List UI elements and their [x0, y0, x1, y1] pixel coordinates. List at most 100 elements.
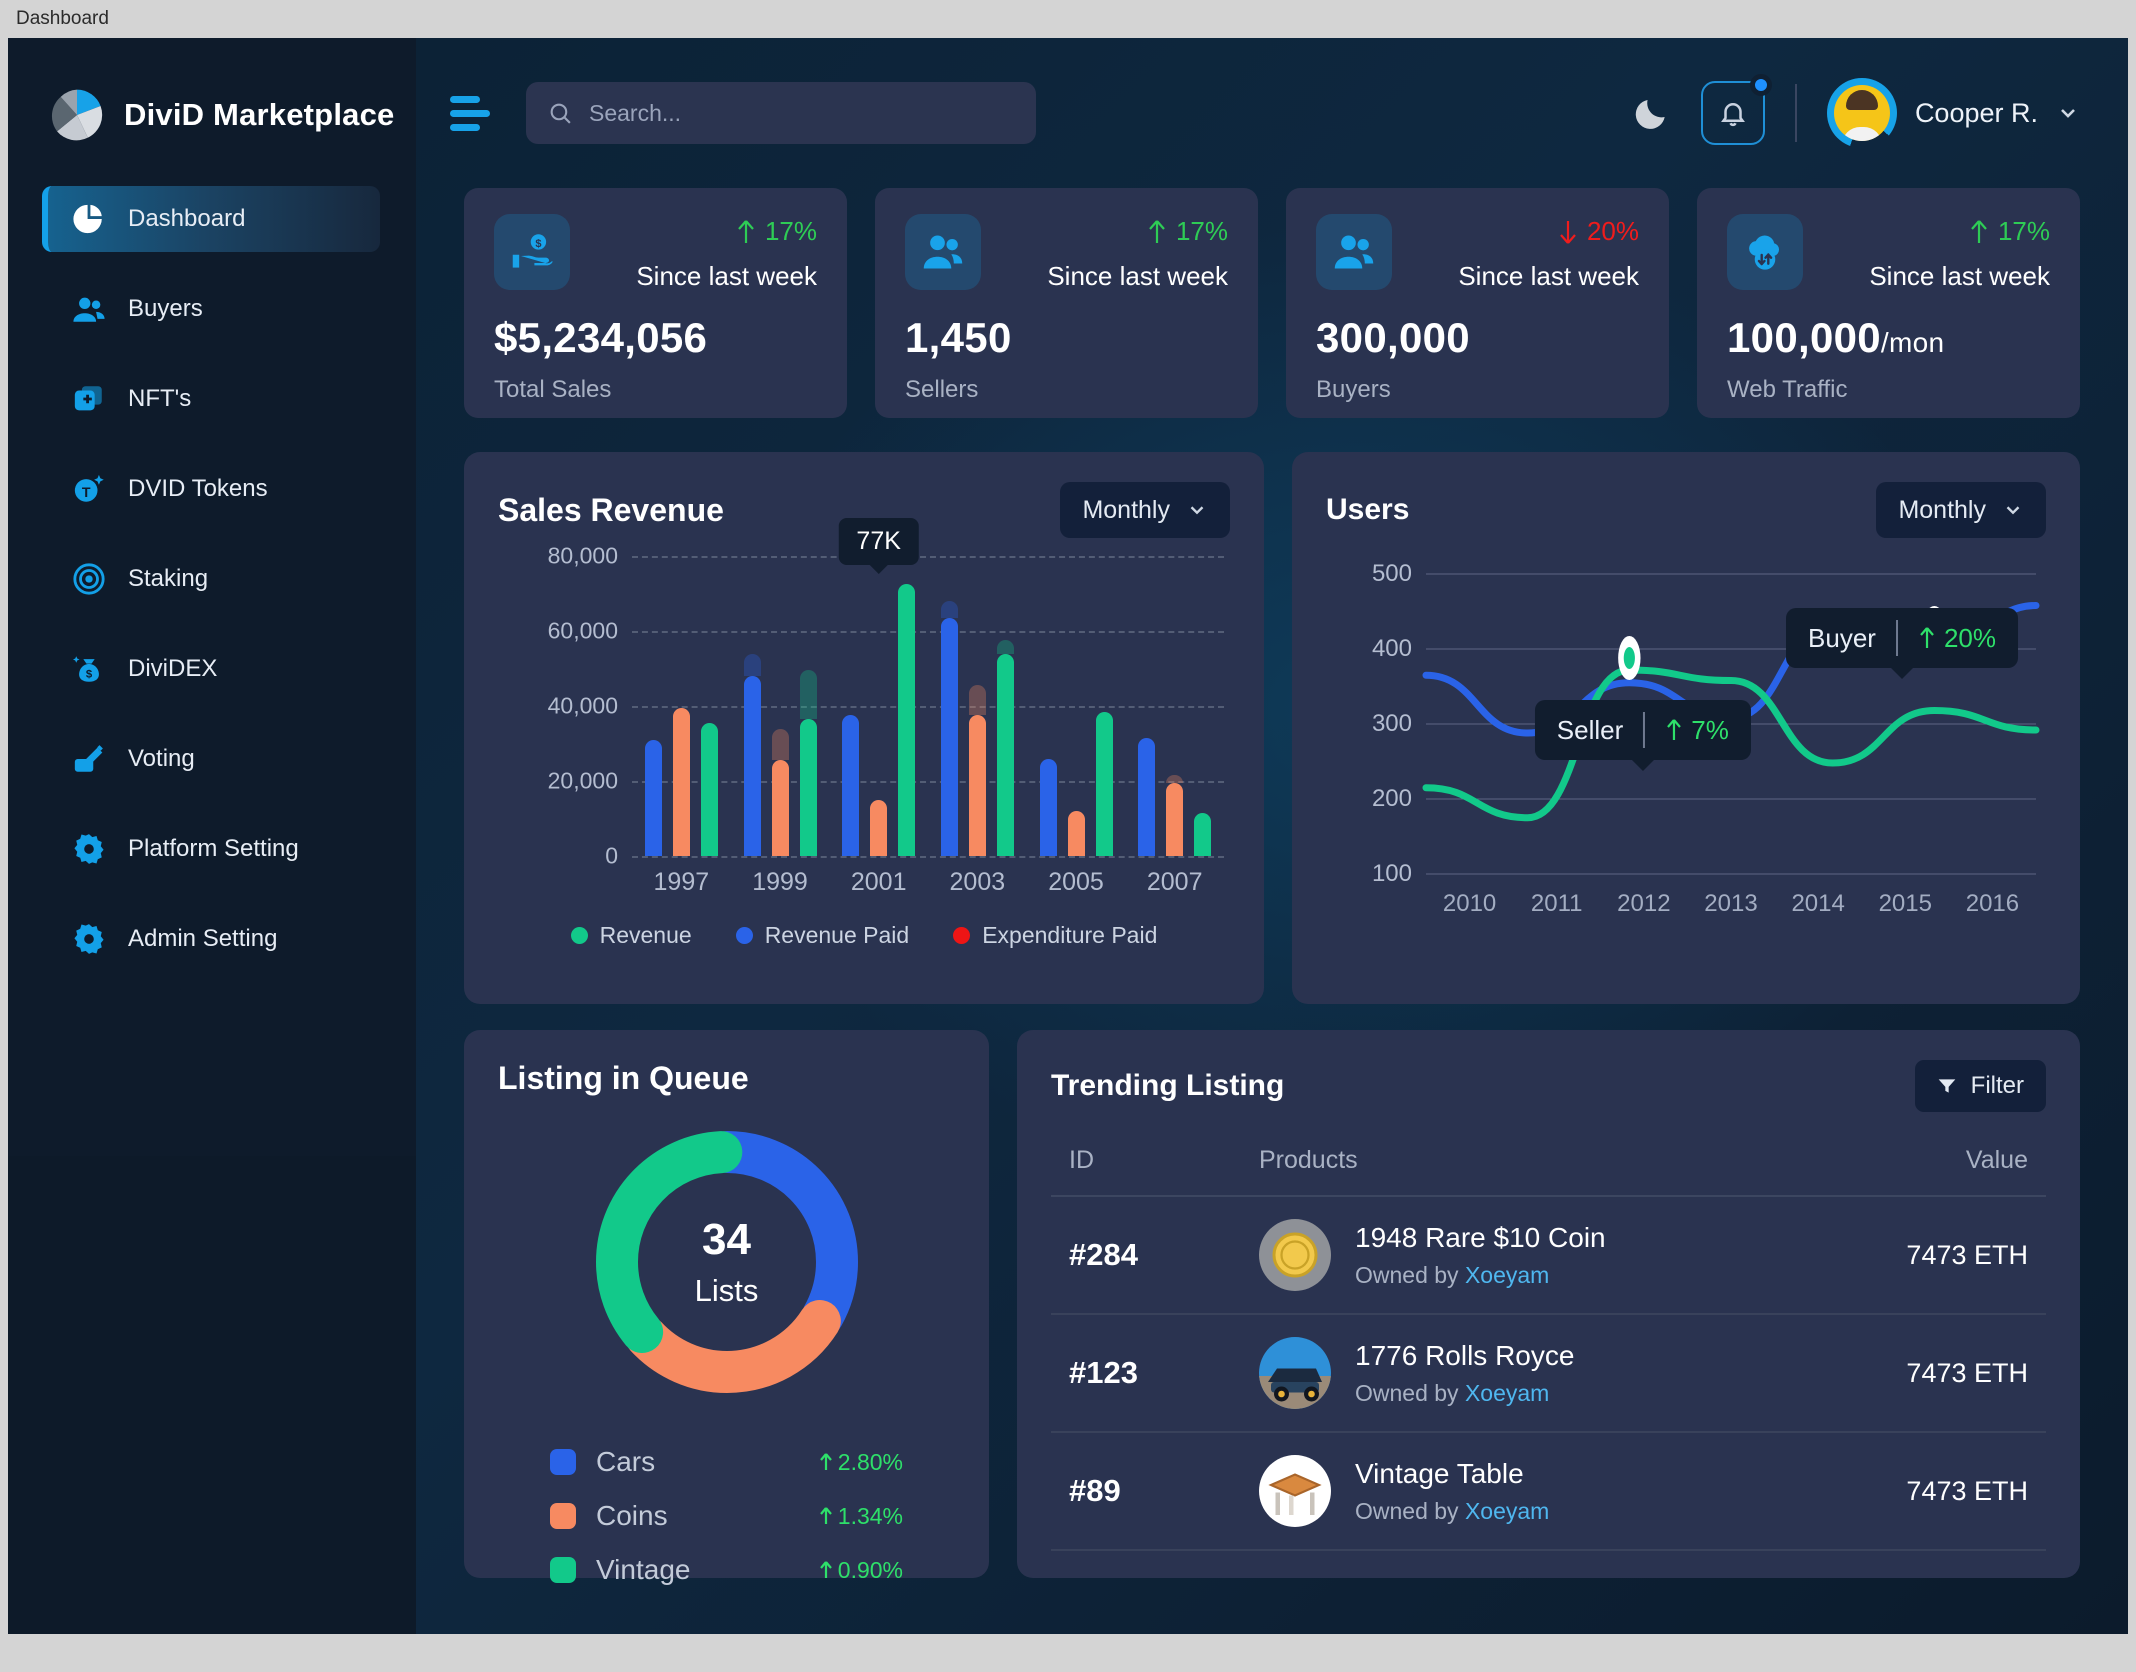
- chevron-down-icon[interactable]: [2056, 101, 2080, 125]
- table-row[interactable]: #123 1776 Rolls Royce Owned by Xoeyam 7473 …: [1051, 1315, 2046, 1433]
- column-header-id: ID: [1069, 1146, 1094, 1174]
- line-chart-x-axis: 2010 2011 2012 2013 2014 2015 2016: [1426, 890, 2036, 918]
- chevron-down-icon: [2006, 506, 2020, 515]
- x-tick-label: 2005: [1048, 868, 1104, 896]
- bar: [898, 584, 916, 856]
- legend-item: Revenue Paid: [735, 922, 909, 949]
- owner-name[interactable]: Xoeyam: [1465, 1380, 1549, 1406]
- sidebar-item-dividex[interactable]: $ DiviDEX: [42, 636, 380, 702]
- bar-chart: 0 20,000 40,000 60,000 80,000 77K 1997 1999 20…: [498, 518, 1230, 897]
- stat-since: Since last week: [1869, 261, 2050, 291]
- legend-swatch: [550, 1503, 576, 1529]
- chevron-down-icon: [1190, 506, 1204, 515]
- table-row[interactable]: #284 1948 Rare $10 Coin Owned by Xoeyam 747…: [1051, 1197, 2046, 1315]
- hamburger-icon[interactable]: [450, 95, 490, 131]
- bar-group: [1027, 556, 1126, 856]
- dropdown-value: Monthly: [1082, 495, 1170, 524]
- arrow-up-icon: [1920, 627, 1934, 648]
- callout-label: Seller: [1556, 714, 1624, 745]
- bar-ghost-cap: [743, 653, 761, 676]
- legend-delta: 0.90%: [819, 1557, 903, 1584]
- row-product: 1776 Rolls Royce Owned by Xoeyam: [1259, 1337, 1828, 1409]
- people-icon: [72, 292, 106, 326]
- row-product: Vintage Table Owned by Xoeyam: [1259, 1455, 1828, 1527]
- y-tick-label: 80,000: [547, 542, 618, 569]
- panel-title: Trending Listing: [1051, 1069, 1285, 1102]
- legend-delta-value: 0.90%: [837, 1556, 903, 1583]
- table-row[interactable]: #89 Vintage Table Owned by Xoeyam 7473 ETH: [1051, 1433, 2046, 1551]
- moon-icon[interactable]: [1633, 94, 1671, 132]
- sidebar-item-dashboard[interactable]: Dashboard: [42, 186, 380, 252]
- search-input[interactable]: [589, 99, 1014, 127]
- column-header-products: Products: [1259, 1146, 1358, 1174]
- sales-revenue-panel: Sales Revenue Monthly 0 20,000 40,000 60,00…: [464, 452, 1264, 1004]
- users-period-dropdown[interactable]: Monthly: [1876, 482, 2046, 538]
- brand-name: DiviD Marketplace: [124, 97, 395, 132]
- product-thumbnail: [1259, 1337, 1331, 1409]
- donut-center-number: 34: [702, 1215, 751, 1264]
- bar: [968, 685, 986, 856]
- panel-title: Users: [1326, 493, 1410, 526]
- y-tick-label: 0: [605, 842, 618, 869]
- owner-name[interactable]: Xoeyam: [1465, 1498, 1549, 1524]
- stat-card-sellers: 17% Since last week 1,450 Sellers: [875, 188, 1258, 418]
- owner-name[interactable]: Xoeyam: [1465, 1262, 1549, 1288]
- stat-delta-value: 17%: [764, 216, 817, 246]
- svg-text:$: $: [86, 669, 93, 681]
- sidebar: DiviD Marketplace Dashboard Buyers NFT's: [8, 38, 416, 1156]
- product-thumbnail: [1259, 1219, 1331, 1291]
- product-title: 1948 Rare $10 Coin: [1355, 1221, 1606, 1253]
- bar-chart-legend: Revenue Revenue Paid Expenditure Paid: [498, 922, 1230, 949]
- donut-chart: 34 Lists: [498, 1123, 955, 1401]
- cards-plus-icon: [72, 382, 106, 416]
- row-id: #89: [1069, 1473, 1121, 1508]
- bar: [1194, 812, 1212, 856]
- bar-group: [829, 556, 928, 856]
- revenue-period-dropdown[interactable]: Monthly: [1060, 482, 1230, 538]
- product-title: Vintage Table: [1355, 1457, 1524, 1489]
- owner-prefix: Owned by: [1355, 1497, 1459, 1524]
- people-icon: [1316, 214, 1392, 290]
- table-header: ID Products Value: [1051, 1112, 2046, 1197]
- sidebar-item-label: Dashboard: [128, 205, 246, 232]
- sidebar-item-nfts[interactable]: NFT's: [42, 366, 380, 432]
- bar-group: [731, 556, 830, 856]
- sidebar-item-platform-setting[interactable]: Platform Setting: [42, 816, 380, 882]
- callout-label: Buyer: [1808, 622, 1876, 653]
- grid-line: [632, 856, 1224, 858]
- search-box[interactable]: [526, 82, 1036, 144]
- svg-text:$: $: [535, 238, 541, 250]
- line-chart-y-axis: 100 200 300 400 500: [1326, 560, 1412, 887]
- sidebar-item-staking[interactable]: Staking: [42, 546, 380, 612]
- legend-item: Expenditure Paid: [953, 922, 1157, 949]
- main-content: Cooper R. $ 17% Since last w: [416, 38, 2128, 1634]
- stat-card-total-sales: $ 17% Since last week $5,234,056 Total S…: [464, 188, 847, 418]
- callout-delta-value: 20%: [1943, 622, 1996, 653]
- bar-chart-plot: 77K: [632, 518, 1224, 858]
- arrow-up-icon: [819, 1507, 832, 1524]
- stat-label: Sellers: [905, 376, 979, 403]
- notifications-button[interactable]: [1700, 74, 1772, 145]
- sidebar-item-voting[interactable]: Voting: [42, 726, 380, 792]
- arrow-up-icon: [1971, 219, 1987, 243]
- sidebar-item-buyers[interactable]: Buyers: [42, 276, 380, 342]
- bar-ghost-cap: [968, 685, 986, 716]
- svg-text:T: T: [82, 485, 91, 501]
- legend-swatch: [550, 1449, 576, 1475]
- bar-ghost-cap: [1166, 775, 1184, 783]
- sidebar-nav: Dashboard Buyers NFT's T DVID Tokens Sta…: [8, 186, 416, 972]
- bar-chart-x-axis: 1997 1999 2001 2003 2005 2007: [632, 868, 1224, 897]
- product-thumbnail: [1259, 1455, 1331, 1527]
- target-icon: [72, 562, 106, 596]
- stat-delta: 17%: [636, 216, 817, 247]
- legend-swatch: [953, 927, 971, 944]
- sidebar-item-dvid-tokens[interactable]: T DVID Tokens: [42, 456, 380, 522]
- user-menu[interactable]: Cooper R.: [1826, 78, 2080, 148]
- owner-prefix: Owned by: [1355, 1379, 1459, 1406]
- filter-button[interactable]: Filter: [1914, 1060, 2046, 1112]
- sidebar-item-admin-setting[interactable]: Admin Setting: [42, 906, 380, 972]
- bar-ghost-cap: [799, 670, 817, 720]
- table-thumb-image: [1259, 1455, 1331, 1527]
- app-window: DiviD Marketplace Dashboard Buyers NFT's: [8, 38, 2128, 1634]
- bar-chart-tooltip: 77K: [838, 518, 919, 566]
